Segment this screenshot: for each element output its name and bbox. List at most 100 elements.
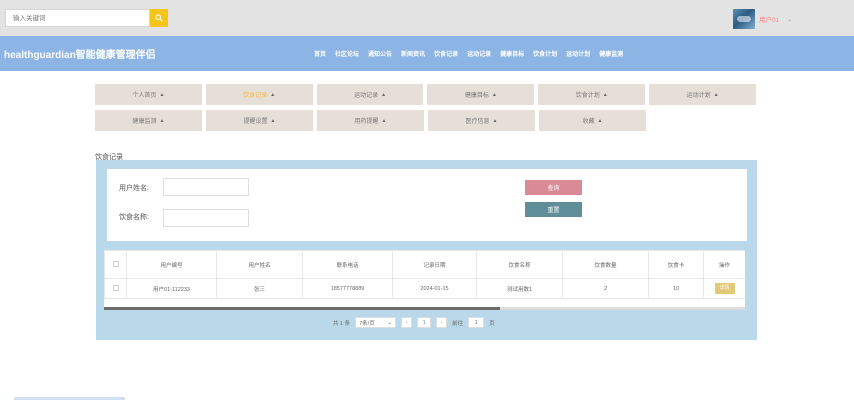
user-menu[interactable]: 用户01 ⌄ [733,9,792,29]
food-name-label: 饮食名称: [119,214,149,221]
home-icon: ▲ [713,91,719,98]
avatar[interactable] [733,9,755,29]
submenu-row: 个人首页 ▲ 饮食记录 ▲ 运动记录 ▲ 健康目标 ▲ 饮食计划 ▲ 运动计划 ▲ [95,84,756,105]
chevron-down-icon[interactable]: ⌄ [787,16,792,23]
page-size-select[interactable]: 7条/页 ⌄ [355,317,397,328]
table-cell: 18577778889 [302,278,393,299]
nav-item-diet-plan[interactable]: 饮食计划 [533,49,557,58]
table-cell: 用户01-112233 [126,278,217,299]
nav-item-forum[interactable]: 社区论坛 [335,49,359,58]
home-icon: ▲ [597,117,603,124]
submenu-item-health-monitor[interactable]: 健康监测 ▲ [95,110,202,131]
nav-item-notice[interactable]: 通知公告 [368,49,392,58]
submenu-item-label: 饮食记录 [243,93,268,99]
scrollbar-thumb[interactable] [104,307,500,310]
nav-item-diet-record[interactable]: 饮食记录 [434,49,458,58]
goto-page-input[interactable]: 1 [468,317,485,328]
pagination: 共 1 条 7条/页 ⌄ ‹ 1 › 前往 1 页 [333,317,495,328]
home-icon: ▲ [270,91,276,98]
submenu-item-label: 健康监测 [132,119,157,125]
column-header[interactable]: 饮食名称 [476,250,563,279]
submenu-item-label: 个人首页 [132,93,157,99]
submenu-item-diet-plan[interactable]: 饮食计划 ▲ [538,84,646,105]
home-icon: ▲ [602,91,608,98]
search-button[interactable] [150,9,168,27]
submenu-item-label: 医疗信息 [465,119,490,125]
column-header[interactable]: 用户编号 [126,250,217,279]
submenu-item-diet-record[interactable]: 饮食记录 ▲ [205,84,313,105]
submenu-item-medical-info[interactable]: 医疗信息 ▲ [428,110,535,131]
submenu-item-exercise-plan[interactable]: 运动计划 ▲ [649,84,756,105]
table-row: 用户01-112233 张三 18577778889 2024-01-15 测试… [104,278,745,299]
submenu-item-profile[interactable]: 个人首页 ▲ [95,84,202,105]
table-cell: 测试用数1 [476,278,563,299]
page-size-value: 7条/页 [359,320,375,327]
column-header[interactable]: 用户姓名 [216,250,303,279]
nav-item-health-monitor[interactable]: 健康监测 [599,49,623,58]
home-icon: ▲ [381,91,387,98]
submenu-item-health-goal[interactable]: 健康目标 ▲ [427,84,535,105]
column-header[interactable]: 饮食卡 [648,250,704,279]
select-all-checkbox[interactable] [104,250,127,279]
submenu-item-favorites[interactable]: 收藏 ▲ [539,110,646,131]
horizontal-scrollbar[interactable] [104,307,745,310]
chevron-down-icon: ⌄ [387,319,393,326]
chevron-right-icon: › [440,319,443,326]
goto-label: 前往 [452,320,464,327]
submenu-item-medication-reminder[interactable]: 用药提醒 ▲ [317,110,424,131]
submenu-item-label: 饮食计划 [575,93,600,99]
table-cell: 张三 [216,278,303,299]
column-header[interactable]: 联系电话 [302,250,393,279]
home-icon: ▲ [159,117,165,124]
site-title[interactable]: healthguardian智能健康管理伴侣 [4,46,156,61]
submenu-item-exercise-record[interactable]: 运动记录 ▲ [316,84,424,105]
column-header: 操作 [703,250,745,279]
row-checkbox[interactable] [104,278,127,299]
top-bar: 用户01 ⌄ [0,0,854,36]
site-header: healthguardian智能健康管理伴侣 首页 社区论坛 通知公告 新闻资讯… [0,36,854,71]
nav-item-news[interactable]: 新闻资讯 [401,49,425,58]
nav-item-exercise-plan[interactable]: 运动计划 [566,49,590,58]
table-cell: 详情 [703,278,745,299]
home-icon: ▲ [381,117,387,124]
prev-page-button[interactable]: ‹ [401,317,413,328]
filter-form: 用户姓名: 饮食名称: 查询 重置 [107,169,747,241]
next-page-button[interactable]: › [436,317,448,328]
reset-button[interactable]: 重置 [525,202,582,217]
table-header-row: 用户编号 用户姓名 联系电话 记录日期 饮食名称 饮食数量 饮食卡 操作 [104,250,745,279]
diet-record-table: 用户编号 用户姓名 联系电话 记录日期 饮食名称 饮食数量 饮食卡 操作 用户0… [104,250,745,307]
submenu-row: 健康监测 ▲ 提醒设置 ▲ 用药提醒 ▲ 医疗信息 ▲ 收藏 ▲ [95,110,756,131]
submenu-item-label: 提醒设置 [243,119,268,125]
submenu-item-label: 运动计划 [686,93,711,99]
search-icon [155,14,163,22]
home-icon: ▲ [159,91,165,98]
diet-record-panel: 用户姓名: 饮食名称: 查询 重置 用户编号 用户姓名 联系电话 记录日期 饮食… [96,160,757,340]
home-icon: ▲ [492,117,498,124]
bottom-decoration [14,397,125,400]
home-icon: ▲ [491,91,497,98]
food-name-input[interactable] [163,209,249,227]
page-suffix: 页 [489,320,495,327]
submenu-item-label: 健康目标 [464,93,489,99]
nav-item-exercise-record[interactable]: 运动记录 [467,49,491,58]
home-icon: ▲ [270,117,276,124]
table-cell: 2024-01-15 [392,278,477,299]
user-name[interactable]: 用户01 [759,14,779,24]
column-header[interactable]: 记录日期 [392,250,477,279]
table-cell: 2 [562,278,649,299]
search-input[interactable] [5,9,150,27]
submenu-item-reminder-settings[interactable]: 提醒设置 ▲ [206,110,313,131]
submenu-item-label: 运动记录 [354,93,379,99]
username-label: 用户姓名: [119,185,149,192]
submenu-item-label: 用药提醒 [354,119,379,125]
total-count: 共 1 条 [333,320,351,327]
query-button[interactable]: 查询 [525,180,582,195]
main-nav: 首页 社区论坛 通知公告 新闻资讯 饮食记录 运动记录 健康目标 饮食计划 运动… [314,49,623,58]
detail-button[interactable]: 详情 [714,283,735,294]
column-header[interactable]: 饮食数量 [562,250,649,279]
nav-item-health-goal[interactable]: 健康目标 [500,49,524,58]
username-input[interactable] [163,178,249,196]
nav-item-home[interactable]: 首页 [314,49,326,58]
personal-center-menu: 个人首页 ▲ 饮食记录 ▲ 运动记录 ▲ 健康目标 ▲ 饮食计划 ▲ 运动计划 ▲ 健康监测… [95,84,756,136]
page-number[interactable]: 1 [417,317,432,328]
